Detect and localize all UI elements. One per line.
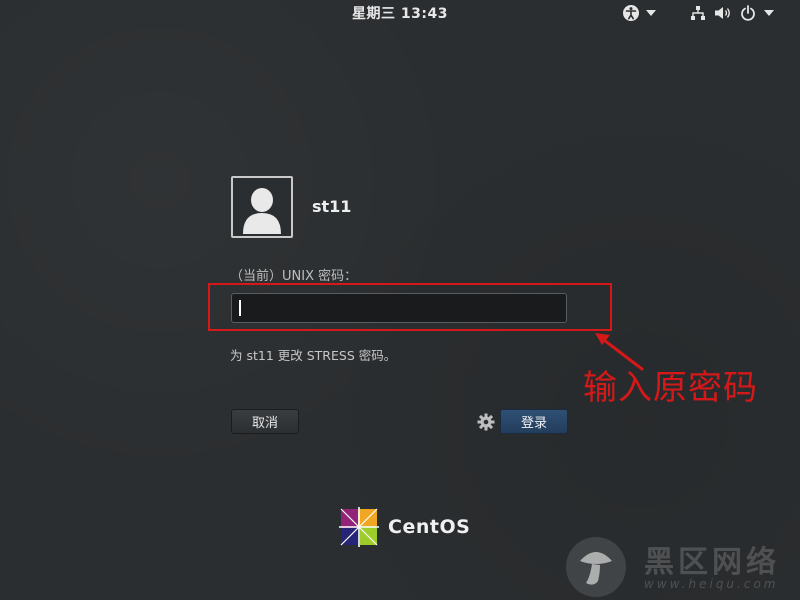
annotation-text: 输入原密码 — [583, 368, 758, 408]
chevron-down-icon[interactable] — [646, 10, 656, 16]
login-button[interactable]: 登录 — [500, 409, 568, 434]
clock[interactable]: 星期三 13:43 — [330, 3, 470, 23]
system-menu[interactable] — [690, 4, 774, 22]
avatar — [231, 176, 293, 238]
centos-wordmark: CentOS — [388, 516, 471, 538]
password-prompt-label: （当前）UNIX 密码： — [230, 269, 358, 284]
user-icon — [243, 188, 281, 234]
text-cursor — [239, 300, 241, 316]
volume-icon — [714, 5, 732, 21]
change-password-message: 为 st11 更改 STRESS 密码。 — [230, 348, 397, 363]
watermark-title: 黑区网络 — [644, 545, 780, 580]
watermark: 黑区网络 www.heiqu.com — [566, 535, 800, 600]
username-label: st11 — [312, 197, 352, 216]
centos-emblem-icon — [339, 507, 379, 547]
power-icon — [740, 5, 756, 21]
top-bar: 星期三 13:43 — [0, 0, 800, 26]
centos-logo: CentOS — [338, 506, 470, 548]
watermark-url: www.heiqu.com — [644, 577, 779, 591]
password-input[interactable] — [231, 293, 567, 323]
network-icon — [690, 5, 706, 21]
chevron-down-icon[interactable] — [764, 10, 774, 16]
accessibility-icon[interactable] — [622, 4, 640, 22]
accessibility-menu[interactable] — [622, 4, 656, 22]
mushroom-icon — [580, 552, 612, 585]
gear-icon[interactable] — [477, 413, 495, 431]
watermark-logo — [566, 537, 626, 597]
cancel-button[interactable]: 取消 — [231, 409, 299, 434]
